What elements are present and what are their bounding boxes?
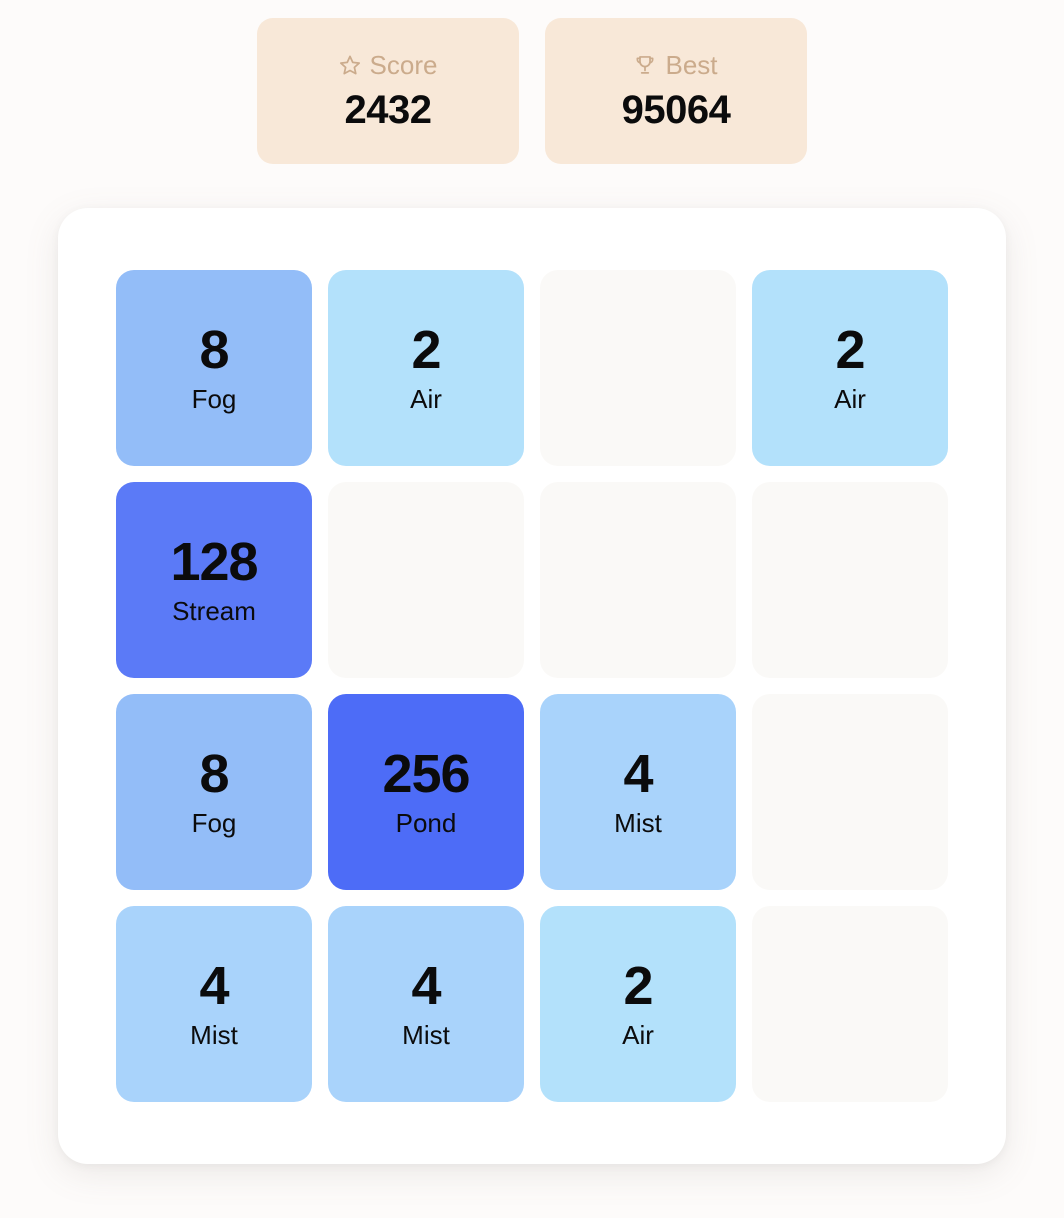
best-card: Best 95064	[545, 18, 807, 164]
tile: 2 Air	[540, 906, 736, 1102]
empty-cell	[752, 482, 948, 678]
tile-value: 2	[623, 958, 652, 1015]
tile: 8 Fog	[116, 270, 312, 466]
tile: 4 Mist	[116, 906, 312, 1102]
tile-label: Mist	[402, 1021, 450, 1050]
star-icon	[339, 54, 361, 76]
game-board[interactable]: 8 Fog 2 Air 2 Air 128 Stream 8 Fog 256 Pond 4 Mist 4 Mi…	[58, 208, 1006, 1164]
tile: 2 Air	[752, 270, 948, 466]
tile-grid: 8 Fog 2 Air 2 Air 128 Stream 8 Fog 256 Pond 4 Mist 4 Mi…	[116, 270, 948, 1102]
empty-cell	[540, 482, 736, 678]
tile-label: Fog	[192, 385, 237, 414]
best-card-header: Best	[634, 52, 717, 78]
empty-cell	[752, 694, 948, 890]
score-card-header: Score	[339, 52, 438, 78]
empty-cell	[540, 270, 736, 466]
empty-cell	[752, 906, 948, 1102]
scoreboard: Score 2432 Best 95064	[0, 0, 1064, 164]
tile: 2 Air	[328, 270, 524, 466]
tile: 256 Pond	[328, 694, 524, 890]
tile-value: 4	[411, 958, 440, 1015]
tile-label: Stream	[172, 597, 256, 626]
tile-value: 2	[835, 322, 864, 379]
tile-value: 8	[199, 322, 228, 379]
score-label: Score	[370, 52, 438, 78]
trophy-icon	[634, 54, 656, 76]
tile-label: Mist	[190, 1021, 238, 1050]
tile-value: 8	[199, 746, 228, 803]
best-value: 95064	[622, 90, 731, 130]
score-card: Score 2432	[257, 18, 519, 164]
tile: 4 Mist	[540, 694, 736, 890]
tile: 128 Stream	[116, 482, 312, 678]
tile-label: Fog	[192, 809, 237, 838]
tile-value: 128	[170, 534, 257, 591]
best-label: Best	[665, 52, 717, 78]
tile-label: Air	[622, 1021, 654, 1050]
tile-label: Mist	[614, 809, 662, 838]
tile: 4 Mist	[328, 906, 524, 1102]
tile-label: Air	[834, 385, 866, 414]
empty-cell	[328, 482, 524, 678]
tile: 8 Fog	[116, 694, 312, 890]
tile-value: 4	[199, 958, 228, 1015]
board-wrapper: 8 Fog 2 Air 2 Air 128 Stream 8 Fog 256 Pond 4 Mist 4 Mi…	[0, 208, 1064, 1164]
tile-value: 2	[411, 322, 440, 379]
tile-value: 4	[623, 746, 652, 803]
tile-label: Pond	[396, 809, 457, 838]
score-value: 2432	[345, 90, 432, 130]
tile-label: Air	[410, 385, 442, 414]
tile-value: 256	[382, 746, 469, 803]
